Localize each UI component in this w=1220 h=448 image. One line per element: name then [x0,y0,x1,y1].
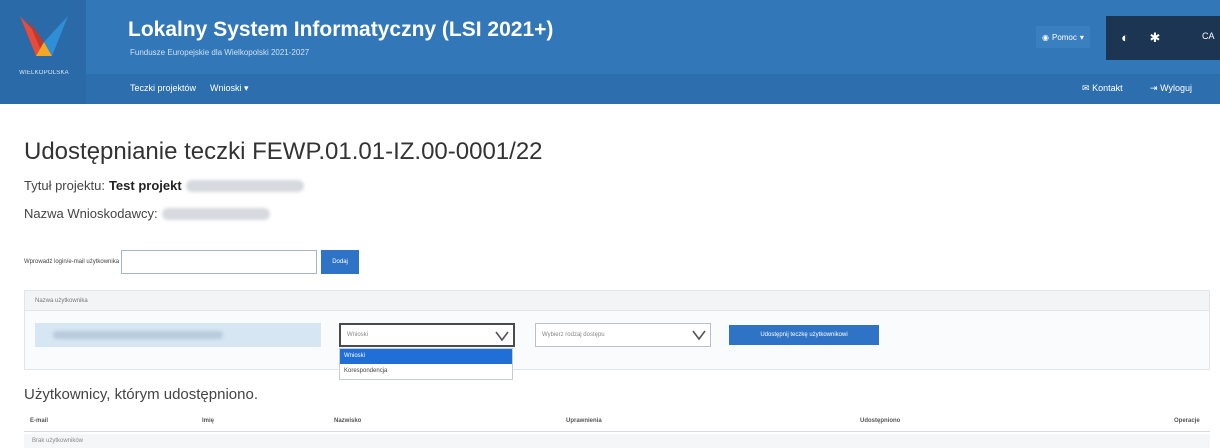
nav-item-teczki[interactable]: Teczki projektów [130,83,196,93]
share-panel: Nazwa użytkownika Wnioski Wybierz rodzaj… [24,290,1210,370]
applicant-line: Nazwa Wnioskodawcy: [24,206,270,221]
contrast-icon[interactable]: ◐ [1116,29,1134,47]
font-size-toggle[interactable]: CA [1202,31,1215,41]
project-title-line: Tytuł projektu: Test projekt [24,178,304,193]
column-header[interactable]: Imię [202,418,214,424]
dropdown-option-korespondencja[interactable]: Korespondencja [340,364,512,379]
app-header: WIELKOPOLSKA Lokalny System Informatyczn… [0,0,1220,104]
help-icon: ◉ [1042,32,1049,42]
nav-item-wnioski[interactable]: Wnioski ▾ [210,83,249,94]
add-user-row: Wprowadź login/e-mail użytkownika Dodaj [24,250,360,274]
app-subtitle: Fundusze Europejskie dla Wielkopolski 20… [130,48,310,57]
dropdown-option-wnioski[interactable]: Wnioski [340,349,512,364]
accessibility-panel: ◐ ✱ CA [1106,16,1220,60]
share-folder-button[interactable]: Udostępnij teczkę użytkownikowi [729,325,879,345]
column-header[interactable]: E-mail [30,418,48,424]
chevron-down-icon: ▾ [244,83,249,93]
column-header[interactable]: Udostępniono [860,418,900,424]
settings-icon[interactable]: ✱ [1146,29,1164,47]
main-nav: Teczki projektów Wnioski ▾ ✉ Kontakt ⇥ W… [86,74,1220,104]
redacted-text [161,207,270,220]
nav-item-wyloguj[interactable]: ⇥ Wyloguj [1150,83,1192,94]
redacted-text [185,179,304,192]
column-header[interactable]: Uprawnienia [566,418,602,424]
logo-mark-icon [20,16,68,56]
column-header[interactable]: Operacje [1174,418,1200,424]
access-select-placeholder: Wybierz rodzaj dostępu [542,332,605,338]
help-menu[interactable]: ◉ Pomoc ▾ [1036,26,1090,48]
chevron-down-icon: ▾ [1079,32,1084,42]
role-select-dropdown: Wnioski Korespondencja [339,348,513,380]
role-select-value: Wnioski [347,332,369,338]
mail-icon: ✉ [1082,83,1090,93]
logo-text: WIELKOPOLSKA [19,70,69,76]
login-label: Wprowadź login/e-mail użytkownika [24,259,120,265]
nav-item-kontakt[interactable]: ✉ Kontakt [1082,83,1123,94]
column-header[interactable]: Nazwisko [334,418,361,424]
page-title: Udostępnianie teczki FEWP.01.01-IZ.00-00… [24,138,543,165]
table-header: E-mail Imię Nazwisko Uprawnienia Udostęp… [24,414,1210,432]
chevron-down-icon [495,331,509,342]
users-section-title: Użytkownicy, którym udostępniono. [24,386,258,403]
project-title-label: Tytuł projektu: [24,178,105,193]
users-table: E-mail Imię Nazwisko Uprawnienia Udostęp… [24,414,1210,448]
table-empty-row: Brak użytkowników [24,434,1210,448]
access-select[interactable]: Wybierz rodzaj dostępu [535,323,711,347]
header-user-area: ◉ Pomoc ▾ [1036,26,1090,48]
project-title-value: Test projekt [108,178,182,193]
login-input[interactable] [121,250,318,274]
chevron-down-icon [692,330,706,341]
app-title: Lokalny System Informatyczny (LSI 2021+) [128,18,554,41]
logout-icon: ⇥ [1150,83,1158,93]
share-panel-header: Nazwa użytkownika [25,291,1209,311]
add-user-button[interactable]: Dodaj [321,250,360,274]
logo[interactable]: WIELKOPOLSKA [0,0,86,104]
redacted-text [53,331,223,339]
applicant-label: Nazwa Wnioskodawcy: [24,206,158,221]
help-menu-label: Pomoc [1051,32,1077,42]
role-select[interactable]: Wnioski [339,323,515,347]
user-name-field [35,323,321,347]
